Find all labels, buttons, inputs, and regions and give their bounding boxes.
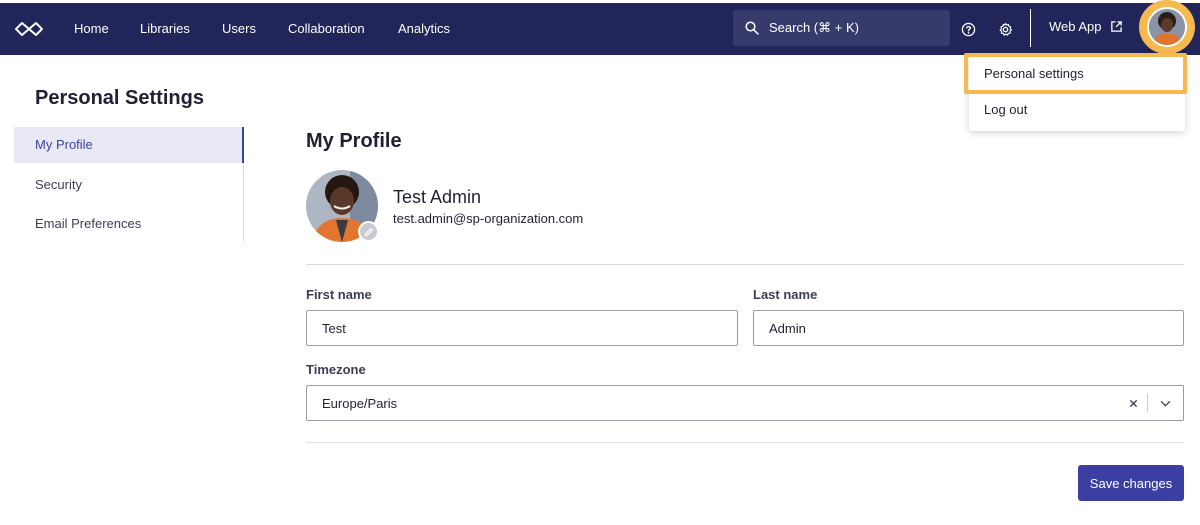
search-label: Search (⌘ + K)	[769, 20, 859, 35]
first-name-field[interactable]	[306, 310, 738, 346]
nav-link-users[interactable]: Users	[222, 19, 256, 39]
search-box[interactable]: Search (⌘ + K)	[733, 10, 950, 46]
profile-name: Test Admin	[393, 187, 482, 207]
web-app-label: Web App	[1049, 19, 1102, 34]
user-avatar-button[interactable]	[1139, 0, 1195, 54]
save-changes-button[interactable]: Save changes	[1078, 465, 1184, 501]
timezone-value: Europe/Paris	[322, 396, 398, 411]
first-name-label: First name	[306, 287, 372, 302]
profile-email: test.admin@sp-organization.com	[393, 211, 584, 226]
section-title: My Profile	[306, 130, 402, 152]
search-icon	[745, 21, 759, 35]
menu-item-log-out[interactable]: Log out	[984, 102, 1027, 117]
gear-icon[interactable]	[993, 17, 1017, 41]
last-name-field[interactable]	[753, 310, 1184, 346]
timezone-select[interactable]: Europe/Paris	[306, 385, 1184, 421]
select-separator	[1147, 394, 1148, 412]
nav-link-home[interactable]: Home	[74, 19, 109, 39]
nav-link-analytics[interactable]: Analytics	[398, 19, 450, 39]
settings-sidebar: My Profile Security Email Preferences	[14, 127, 244, 242]
page-title: Personal Settings	[35, 87, 204, 109]
top-nav-bar: Home Libraries Users Collaboration Analy…	[0, 3, 1200, 55]
sidebar-item-email-preferences[interactable]: Email Preferences	[14, 206, 243, 242]
nav-link-libraries[interactable]: Libraries	[140, 19, 190, 39]
external-link-icon	[1110, 21, 1122, 32]
sidebar-item-security[interactable]: Security	[14, 167, 243, 203]
nav-divider	[1030, 9, 1031, 47]
web-app-link[interactable]: Web App	[1049, 19, 1123, 34]
help-circle-icon[interactable]	[956, 17, 980, 41]
nav-link-collaboration[interactable]: Collaboration	[288, 19, 365, 39]
divider	[306, 264, 1184, 265]
menu-item-highlight	[964, 53, 1187, 94]
last-name-label: Last name	[753, 287, 818, 302]
infinity-logo-icon[interactable]	[14, 16, 44, 42]
pencil-icon[interactable]	[358, 221, 379, 242]
clear-icon[interactable]	[1123, 392, 1143, 414]
divider	[306, 442, 1184, 443]
timezone-label: Timezone	[306, 362, 366, 377]
sidebar-item-my-profile[interactable]: My Profile	[14, 127, 244, 163]
chevron-down-icon[interactable]	[1154, 392, 1176, 414]
avatar	[1147, 7, 1187, 47]
